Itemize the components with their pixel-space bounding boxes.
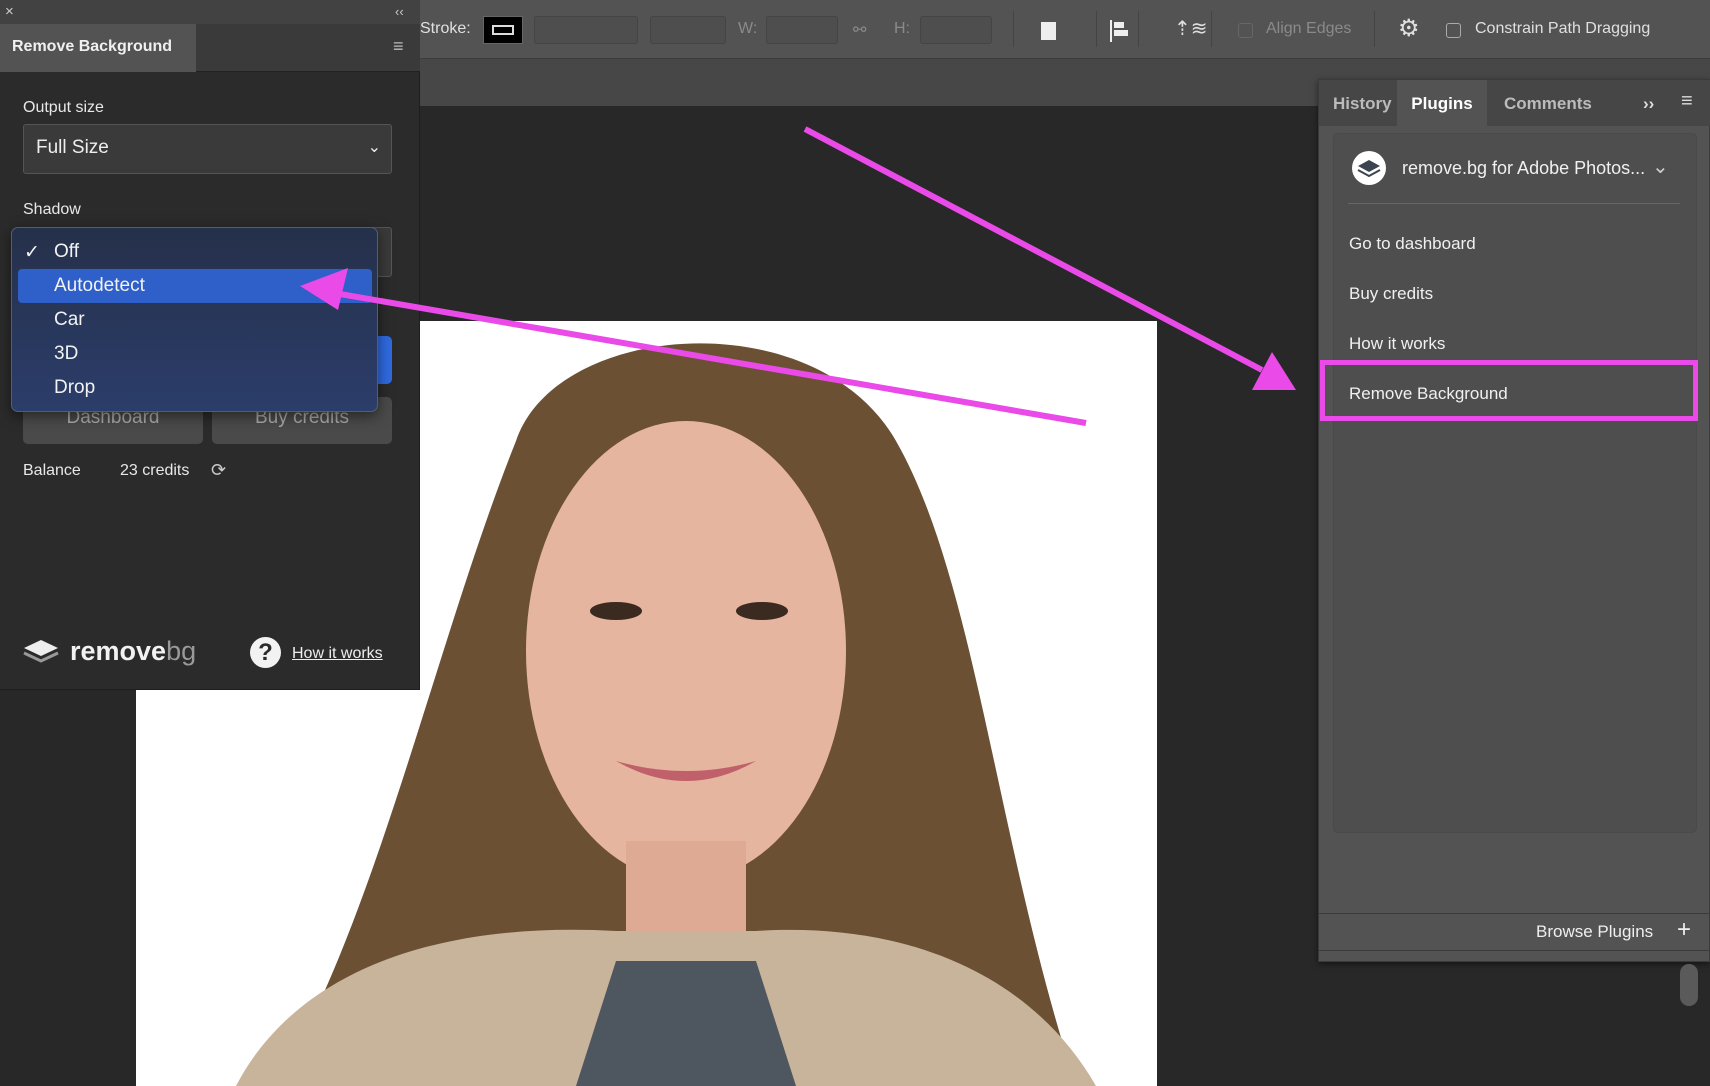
height-label: H: (894, 20, 910, 37)
face (526, 421, 846, 881)
refresh-icon[interactable]: ⟳ (211, 460, 226, 481)
path-alignment-icon[interactable] (1110, 20, 1130, 42)
divider (1138, 11, 1139, 47)
tab-history[interactable]: History (1333, 80, 1392, 126)
plus-icon[interactable]: + (1677, 916, 1691, 944)
chevron-down-icon[interactable]: ⌄ (1652, 154, 1669, 179)
width-label: W: (738, 20, 758, 37)
divider (1096, 11, 1097, 47)
shadow-label: Shadow (23, 201, 81, 218)
constrain-checkbox[interactable] (1446, 23, 1461, 38)
link-icon[interactable]: ⚯ (853, 20, 866, 40)
expand-panels-icon[interactable]: ›› (1643, 80, 1654, 126)
stroke-label: Stroke: (420, 20, 471, 37)
panel-header: × ‹‹ (0, 0, 420, 24)
stroke-width-field[interactable] (534, 16, 638, 44)
panel-menu-icon[interactable]: ≡ (1681, 80, 1693, 126)
shadow-dropdown-menu: ✓ Off Autodetect Car 3D Drop (11, 227, 378, 412)
tab-comments[interactable]: Comments (1504, 80, 1592, 126)
scrollbar-thumb[interactable] (1680, 964, 1698, 1006)
output-size-select[interactable]: Full Size ⌄ (23, 124, 392, 174)
plugin-logo-icon (1352, 151, 1386, 185)
menu-item-go-to-dashboard[interactable]: Go to dashboard (1349, 234, 1476, 254)
annotation-highlight-box (1320, 360, 1698, 421)
plugin-name[interactable]: remove.bg for Adobe Photos... (1402, 158, 1645, 179)
constrain-label: Constrain Path Dragging (1475, 20, 1651, 37)
shadow-option-autodetect[interactable]: Autodetect (18, 269, 372, 303)
height-field[interactable] (920, 16, 992, 44)
help-icon[interactable]: ? (250, 637, 281, 668)
panel-menu-icon[interactable]: ≡ (393, 36, 404, 57)
shadow-option-3d[interactable]: 3D (18, 337, 372, 371)
close-icon[interactable]: × (5, 3, 14, 20)
menu-item-buy-credits[interactable]: Buy credits (1349, 284, 1433, 304)
panel-tabs: Remove Background ≡ (0, 24, 420, 72)
tab-remove-background[interactable]: Remove Background (0, 24, 196, 72)
tab-plugins[interactable]: Plugins (1397, 80, 1487, 126)
arrowhead-right-icon (1252, 352, 1296, 390)
removebg-logo-icon (22, 638, 60, 664)
browse-plugins-button[interactable]: Browse Plugins (1536, 922, 1653, 942)
divider (1319, 913, 1710, 914)
stroke-type-dropdown[interactable] (650, 16, 726, 44)
left-eye (590, 602, 642, 620)
balance-value: 23 credits (120, 462, 190, 479)
logo-text: removebg (70, 636, 197, 666)
collapse-icon[interactable]: ‹‹ (395, 4, 404, 19)
shadow-option-car[interactable]: Car (18, 303, 372, 337)
output-size-label: Output size (23, 99, 104, 116)
stroke-swatch-icon[interactable] (483, 16, 523, 44)
output-size-value: Full Size (36, 137, 109, 158)
plugins-panel: History Plugins Comments ›› ≡ remove.bg … (1318, 79, 1710, 962)
divider (1211, 11, 1212, 47)
balance-label: Balance (23, 462, 81, 479)
right-eye (736, 602, 788, 620)
divider (1013, 11, 1014, 47)
gear-icon[interactable]: ⚙ (1398, 14, 1420, 43)
divider (1348, 203, 1680, 204)
panel-tabs: History Plugins Comments ›› ≡ (1319, 80, 1710, 126)
how-it-works-link[interactable]: How it works (292, 645, 383, 663)
path-arrangement-icon[interactable]: ⇡≋ (1174, 16, 1208, 41)
shadow-option-drop[interactable]: Drop (18, 371, 372, 405)
shadow-option-off[interactable]: ✓ Off (18, 235, 372, 269)
checkmark-icon: ✓ (24, 242, 40, 263)
align-edges-checkbox[interactable] (1238, 23, 1253, 38)
width-field[interactable] (766, 16, 838, 44)
chevron-down-icon: ⌄ (367, 139, 381, 156)
divider (1374, 11, 1375, 47)
path-operations-icon[interactable] (1041, 22, 1056, 40)
resize-handle[interactable] (1319, 950, 1710, 951)
menu-item-how-it-works[interactable]: How it works (1349, 334, 1445, 354)
align-edges-label: Align Edges (1266, 20, 1352, 37)
